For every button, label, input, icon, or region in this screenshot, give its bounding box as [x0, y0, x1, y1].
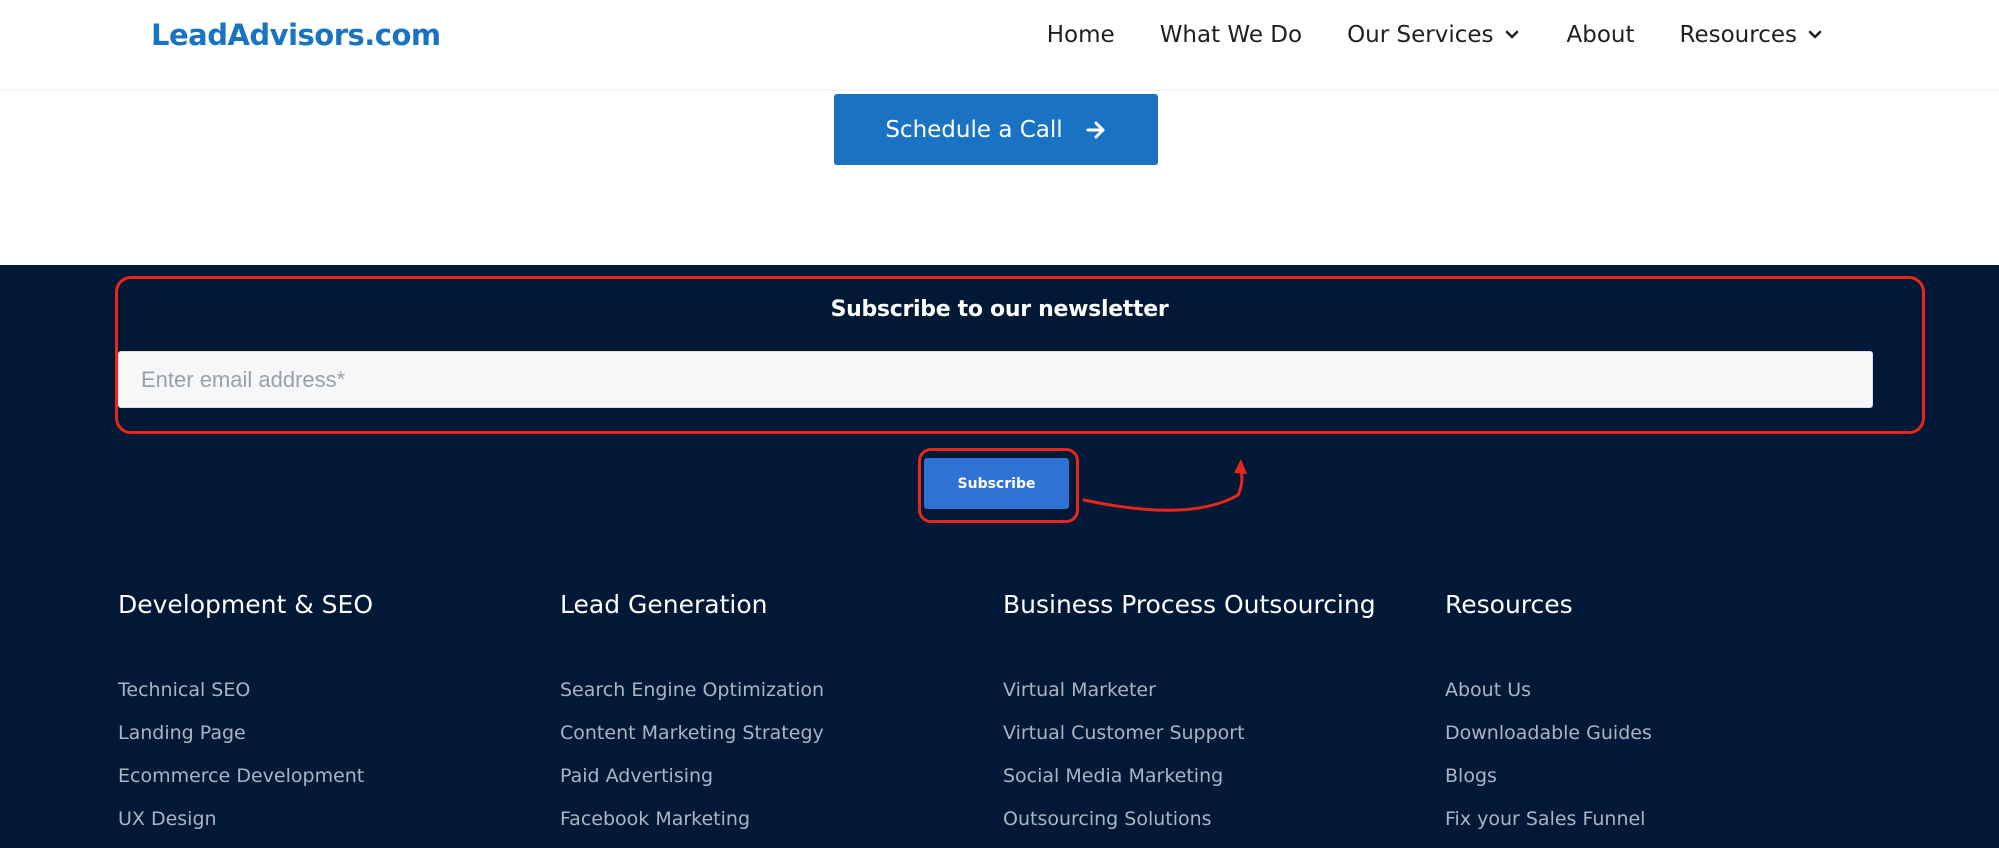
footer-column-resources: Resources About Us Downloadable Guides B…: [1445, 590, 1652, 841]
footer-link[interactable]: Technical SEO: [118, 669, 373, 712]
footer-link[interactable]: UX Design: [118, 798, 373, 841]
nav-label: Our Services: [1347, 22, 1494, 48]
footer-link[interactable]: Downloadable Guides: [1445, 712, 1652, 755]
annotation-arrow: [1082, 459, 1247, 512]
nav-item-resources[interactable]: Resources: [1680, 22, 1825, 48]
footer-link[interactable]: Virtual Marketer: [1003, 669, 1376, 712]
newsletter-title: Subscribe to our newsletter: [830, 297, 1169, 322]
footer-link[interactable]: Blogs: [1445, 755, 1652, 798]
footer-column-business-process-outsourcing: Business Process Outsourcing Virtual Mar…: [1003, 590, 1376, 841]
footer-link[interactable]: Outsourcing Solutions: [1003, 798, 1376, 841]
main-nav: Home What We Do Our Services About Resou…: [1047, 22, 1825, 48]
schedule-call-button[interactable]: Schedule a Call: [834, 94, 1158, 165]
schedule-call-label: Schedule a Call: [885, 116, 1063, 143]
site-header: LeadAdvisors.com Home What We Do Our Ser…: [0, 0, 1999, 91]
footer-column-lead-generation: Lead Generation Search Engine Optimizati…: [560, 590, 824, 841]
footer-link[interactable]: Virtual Customer Support: [1003, 712, 1376, 755]
footer-column-development-seo: Development & SEO Technical SEO Landing …: [118, 590, 373, 841]
subscribe-button[interactable]: Subscribe: [924, 458, 1069, 509]
email-input[interactable]: [118, 351, 1873, 408]
page: LeadAdvisors.com Home What We Do Our Ser…: [0, 0, 1999, 848]
footer-column-title: Lead Generation: [560, 590, 768, 619]
footer-link[interactable]: Landing Page: [118, 712, 373, 755]
footer-column-title: Development & SEO: [118, 590, 374, 619]
site-footer: Subscribe to our newsletter Subscribe De…: [0, 265, 1999, 848]
nav-item-what-we-do[interactable]: What We Do: [1160, 22, 1302, 48]
nav-label: Resources: [1679, 22, 1797, 48]
nav-label: About: [1566, 22, 1635, 48]
chevron-down-icon: [1505, 30, 1518, 39]
nav-item-about[interactable]: About: [1567, 22, 1635, 48]
footer-link[interactable]: Social Media Marketing: [1003, 755, 1376, 798]
chevron-down-icon: [1808, 30, 1822, 39]
footer-link[interactable]: Fix your Sales Funnel: [1445, 798, 1652, 841]
footer-column-title: Business Process Outsourcing: [1003, 590, 1376, 619]
nav-item-home[interactable]: Home: [1047, 22, 1115, 48]
footer-column-title: Resources: [1445, 590, 1573, 619]
footer-link[interactable]: Search Engine Optimization: [560, 669, 824, 712]
footer-link[interactable]: Facebook Marketing: [560, 798, 824, 841]
footer-link[interactable]: Content Marketing Strategy: [560, 712, 824, 755]
nav-label: What We Do: [1159, 22, 1303, 48]
footer-link[interactable]: About Us: [1445, 669, 1652, 712]
nav-label: Home: [1046, 22, 1115, 48]
nav-item-our-services[interactable]: Our Services: [1347, 22, 1521, 48]
footer-link[interactable]: Ecommerce Development: [118, 755, 373, 798]
site-logo[interactable]: LeadAdvisors.com: [151, 18, 441, 52]
arrow-right-icon: [1086, 121, 1105, 138]
footer-link[interactable]: Paid Advertising: [560, 755, 824, 798]
